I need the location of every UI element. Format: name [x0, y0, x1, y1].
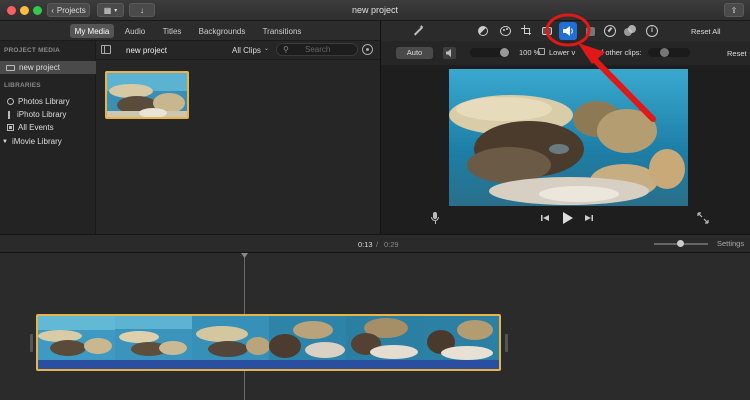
fullscreen-icon[interactable]	[697, 212, 709, 224]
crop-icon[interactable]	[521, 25, 533, 37]
microphone-icon[interactable]	[431, 212, 439, 225]
tab-titles[interactable]: Titles	[157, 24, 187, 38]
time-separator: /	[376, 240, 379, 249]
clip-left-trim-handle[interactable]	[30, 334, 33, 352]
sidebar-item-label: iPhoto Library	[17, 110, 67, 119]
share-button[interactable]: ⇪	[724, 3, 744, 17]
reset-all-button[interactable]: Reset All	[691, 27, 721, 36]
current-time: 0:13	[358, 240, 373, 249]
mute-speaker-icon	[446, 49, 451, 57]
magic-wand-icon[interactable]: ✦	[411, 24, 425, 38]
sidebar-item-label: new project	[19, 63, 60, 72]
clip-frame	[192, 316, 269, 360]
filter-dropdown-icon[interactable]: ⌄	[264, 45, 269, 52]
clip-frame-image	[115, 316, 192, 360]
play-icon[interactable]	[561, 211, 574, 225]
volume-slider[interactable]	[470, 48, 510, 57]
tab-my-media[interactable]: My Media	[70, 24, 114, 38]
project-media-heading: PROJECT MEDIA	[4, 47, 61, 54]
iphoto-icon	[8, 110, 13, 119]
sidebar-item-photos-library[interactable]: Photos Library	[7, 95, 70, 108]
skip-back-glyph	[541, 215, 549, 221]
search-placeholder: Search	[305, 45, 331, 54]
sidebar-toggle-icon[interactable]	[101, 45, 111, 54]
clip-frame	[423, 316, 499, 360]
sidebar-item-new-project[interactable]: new project	[0, 61, 96, 74]
clip-frame	[269, 316, 346, 360]
skip-forward-glyph	[585, 215, 593, 221]
clip-frame-image	[269, 316, 346, 360]
clip-frame-image	[346, 316, 423, 360]
tab-transitions[interactable]: Transitions	[258, 24, 306, 38]
clip-frame-image	[423, 316, 499, 360]
sidebar-item-iphoto-library[interactable]: iPhoto Library	[7, 108, 66, 121]
sidebar-item-label: All Events	[18, 123, 54, 132]
share-icon: ⇪	[730, 5, 738, 15]
clip-thumbnail[interactable]	[105, 71, 189, 119]
search-input[interactable]: ⚲ Search	[276, 43, 358, 56]
clip-frame-image	[38, 316, 115, 360]
media-tabs	[0, 21, 380, 41]
sidebar-item-label: Photos Library	[18, 97, 70, 106]
clip-frame	[38, 316, 115, 360]
sidebar-item-imovie-library[interactable]: ▼ iMovie Library	[2, 135, 62, 148]
play-glyph	[563, 212, 573, 224]
color-balance-icon[interactable]	[478, 26, 488, 36]
clip-frame	[346, 316, 423, 360]
timeline-clip[interactable]	[36, 314, 501, 371]
clip-thumbnail-image	[107, 73, 187, 117]
timeline-zoom-slider[interactable]	[654, 240, 708, 247]
annotation-arrow	[545, 13, 656, 122]
sidebar-item-all-events[interactable]: All Events	[7, 121, 54, 134]
tab-backgrounds[interactable]: Backgrounds	[196, 24, 248, 38]
events-icon	[7, 124, 14, 131]
sidebar-item-label: iMovie Library	[11, 137, 62, 146]
mute-button[interactable]	[443, 47, 456, 59]
color-correction-icon[interactable]	[500, 26, 511, 36]
clip-frame-image	[192, 316, 269, 360]
photos-icon	[7, 98, 14, 105]
search-icon: ⚲	[283, 45, 289, 54]
timeline-header	[0, 234, 750, 253]
clip-right-trim-handle[interactable]	[505, 334, 508, 352]
browser-project-title: new project	[126, 46, 167, 55]
settings-gear-icon[interactable]	[362, 44, 373, 55]
clip-filter-select[interactable]: All Clips	[232, 46, 261, 55]
clip-audio-track[interactable]	[38, 360, 499, 369]
disclosure-triangle-icon: ▼	[2, 138, 8, 145]
tab-audio[interactable]: Audio	[120, 24, 150, 38]
skip-forward-icon[interactable]	[584, 213, 594, 223]
reset-button[interactable]: Reset	[727, 49, 747, 58]
total-time: 0:29	[384, 240, 399, 249]
libraries-heading: LIBRARIES	[4, 82, 41, 89]
fullscreen-glyph	[697, 212, 709, 224]
clip-frame	[115, 316, 192, 360]
timeline-settings-button[interactable]: Settings	[717, 239, 744, 248]
auto-button[interactable]: Auto	[396, 47, 433, 59]
skip-back-icon[interactable]	[540, 213, 550, 223]
film-icon	[6, 64, 15, 71]
